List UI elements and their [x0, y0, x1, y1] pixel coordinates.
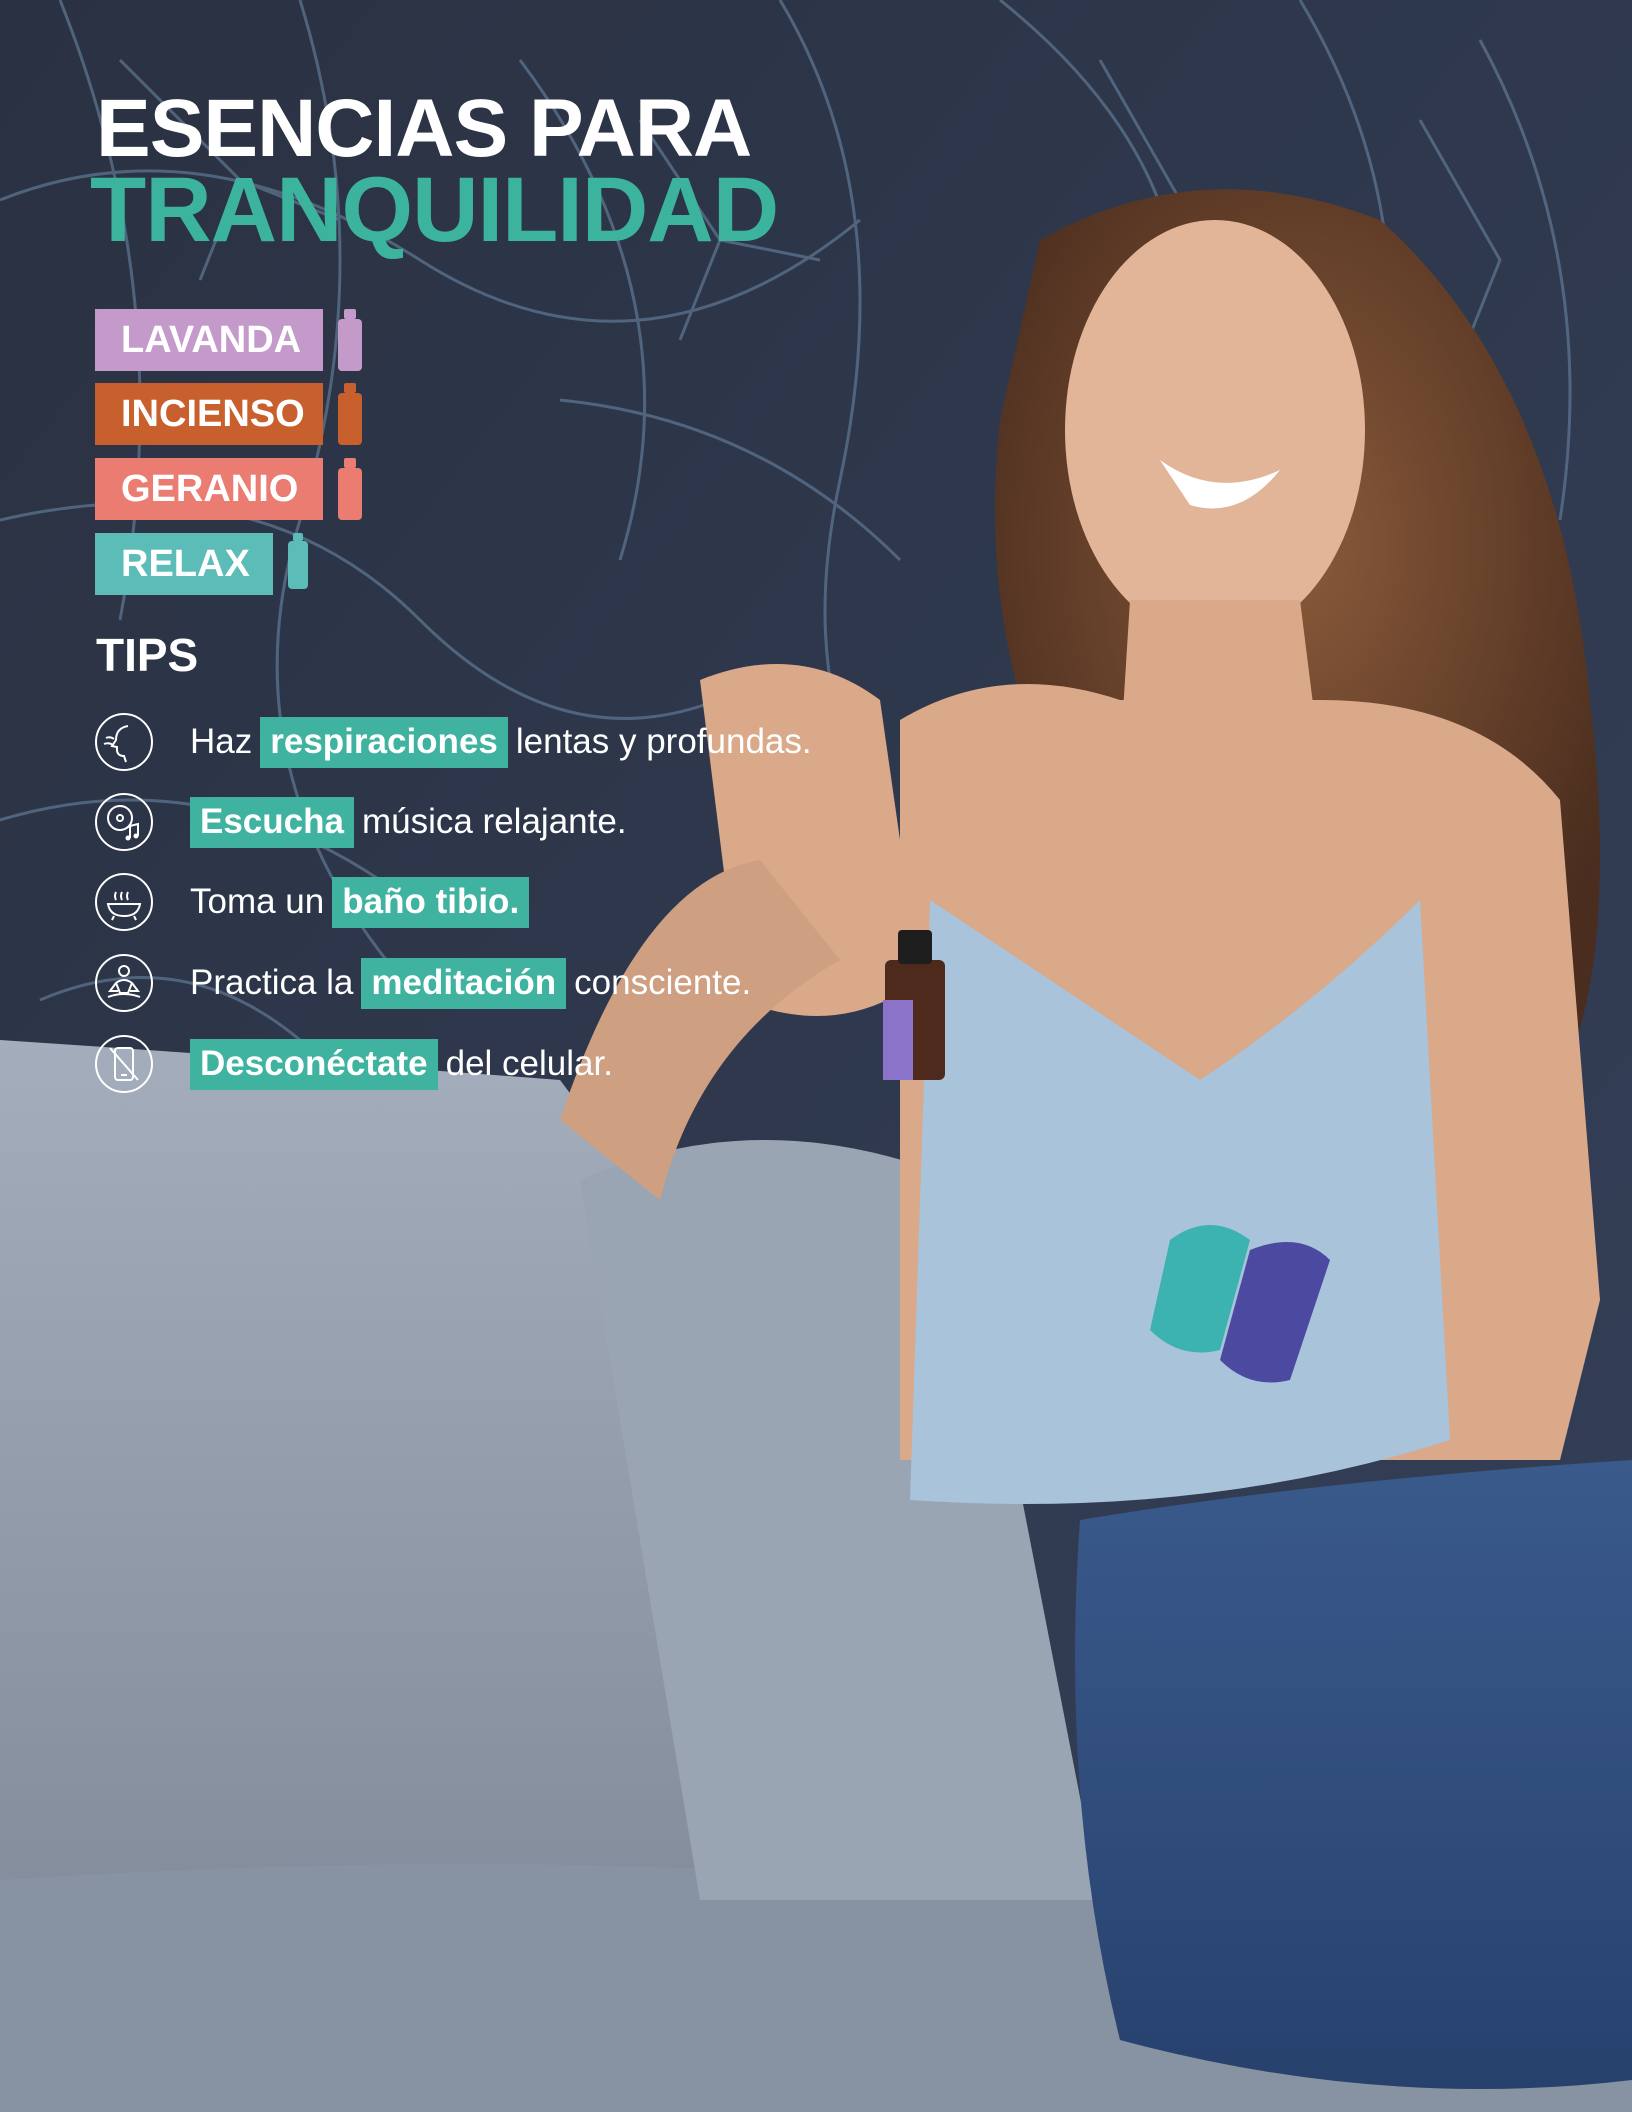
- tip-text-after: música relajante.: [361, 802, 627, 841]
- tip-meditation: Practica la meditación consciente.: [94, 953, 751, 1013]
- no-phone-icon: [95, 1035, 153, 1093]
- breath-icon: [95, 713, 153, 771]
- essence-relax: RELAX: [95, 533, 308, 595]
- essence-incienso: INCIENSO: [95, 383, 362, 445]
- tip-text-before: Practica la: [190, 963, 354, 1002]
- bottle-icon: [338, 309, 362, 371]
- tip-bath: Toma un baño tibio.: [94, 872, 537, 932]
- tip-text-before: Toma un: [190, 882, 325, 921]
- essence-label: LAVANDA: [95, 309, 323, 371]
- tip-highlight: Escucha: [190, 796, 354, 848]
- tip-music: Escucha música relajante.: [94, 792, 627, 852]
- essence-label: GERANIO: [95, 458, 323, 520]
- tip-highlight: meditación: [361, 957, 567, 1009]
- title-line-1: ESENCIAS PARA: [96, 83, 752, 174]
- bottle-icon: [338, 458, 362, 520]
- tip-text-after: del celular.: [445, 1044, 613, 1083]
- tip-text-after: consciente.: [574, 963, 752, 1002]
- tip-text-after: lentas y profundas.: [515, 722, 812, 761]
- title-line-2: TRANQUILIDAD: [90, 159, 779, 261]
- essence-label: INCIENSO: [95, 383, 323, 445]
- bottle-icon: [288, 533, 308, 589]
- bath-icon: [95, 873, 153, 931]
- meditation-icon: [95, 954, 153, 1012]
- tip-highlight: respiraciones: [260, 716, 508, 768]
- essence-geranio: GERANIO: [95, 458, 362, 520]
- tip-highlight: Desconéctate: [190, 1038, 438, 1090]
- essence-lavanda: LAVANDA: [95, 309, 362, 371]
- tips-heading: TIPS: [96, 629, 199, 681]
- tip-disconnect: Desconéctate del celular.: [94, 1034, 613, 1094]
- essence-label: RELAX: [95, 533, 273, 595]
- tip-text-before: Haz: [190, 722, 253, 761]
- tip-breathing: Haz respiraciones lentas y profundas.: [94, 712, 812, 772]
- tip-highlight: baño tibio.: [332, 876, 530, 928]
- bottle-icon: [338, 383, 362, 445]
- music-icon: [95, 793, 153, 851]
